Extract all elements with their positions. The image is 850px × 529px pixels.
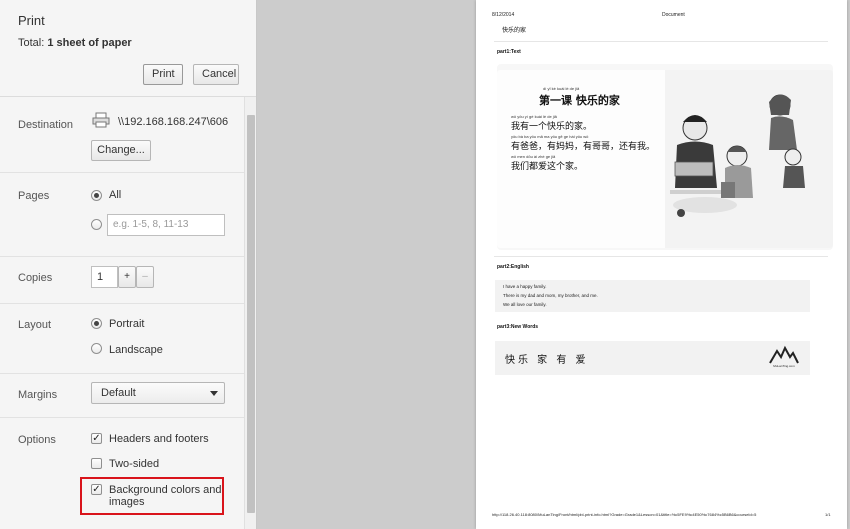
two-sided-checkbox[interactable] bbox=[91, 458, 102, 469]
margins-select[interactable]: Default bbox=[91, 382, 225, 404]
book-left-page: dì yī kè kuài lè de jiā 第一课 快乐的家 wǒ yǒu … bbox=[497, 70, 665, 248]
pages-all-label: All bbox=[109, 189, 122, 201]
footer-url: http://118.26.40.118:8080/MuLanTing/Fron… bbox=[492, 512, 757, 517]
english-box: I have a happy family. There is my dad a… bbox=[495, 280, 810, 312]
portrait-radio[interactable] bbox=[91, 318, 102, 329]
headers-footers-checkbox[interactable]: ✓ bbox=[91, 433, 102, 444]
options-label: Options bbox=[18, 434, 56, 446]
total-summary: Total: 1 sheet of paper bbox=[18, 37, 132, 49]
copies-label: Copies bbox=[18, 272, 53, 284]
margins-section: Margins Default bbox=[0, 374, 244, 418]
headers-footers-label: Headers and footers bbox=[109, 433, 209, 445]
preview-page-heading: 快乐的家 bbox=[502, 28, 527, 34]
pages-custom-radio[interactable] bbox=[91, 219, 102, 230]
divider bbox=[494, 256, 828, 257]
book-right-page bbox=[665, 70, 833, 248]
settings-panel: Destination \\192.168.168.247\606 Change… bbox=[0, 97, 244, 529]
margins-value: Default bbox=[101, 387, 136, 399]
highlight-box bbox=[80, 477, 224, 515]
sidebar-header: Print Total: 1 sheet of paper Print Canc… bbox=[0, 0, 256, 97]
part3-label: part3:New Words bbox=[497, 324, 539, 330]
chevron-down-icon bbox=[210, 391, 218, 396]
settings-scrollbar[interactable] bbox=[244, 97, 256, 529]
english-line-1: I have a happy family. bbox=[503, 284, 547, 289]
print-settings-sidebar: Print Total: 1 sheet of paper Print Canc… bbox=[0, 0, 257, 529]
landscape-radio[interactable] bbox=[91, 343, 102, 354]
new-words-box: 快乐 家 有 爱 MuLanTing.com bbox=[495, 341, 810, 375]
copies-increment-button[interactable]: + bbox=[118, 266, 136, 288]
textbook-image: dì yī kè kuài lè de jiā 第一课 快乐的家 wǒ yǒu … bbox=[497, 64, 833, 250]
english-line-2: There is my dad and mom, my brother, and… bbox=[503, 293, 598, 298]
dialog-title: Print bbox=[18, 13, 45, 28]
part1-label: part1:Text bbox=[497, 49, 521, 55]
copies-input[interactable]: 1 bbox=[91, 266, 118, 288]
margins-label: Margins bbox=[18, 389, 58, 401]
mulanting-logo: MuLanTing.com bbox=[768, 345, 800, 371]
scrollbar-thumb[interactable] bbox=[247, 115, 255, 513]
divider bbox=[494, 41, 828, 42]
new-words: 快乐 家 有 爱 bbox=[505, 355, 589, 366]
pages-label: Pages bbox=[18, 190, 50, 202]
pages-section: Pages All e.g. 1-5, 8, 11-13 bbox=[0, 173, 244, 257]
cancel-button[interactable]: Cancel bbox=[193, 64, 239, 85]
layout-label: Layout bbox=[18, 319, 52, 331]
page-number: 1/1 bbox=[825, 512, 831, 517]
line3-text: 我们都爱这个家。 bbox=[511, 162, 584, 172]
line2-text: 有爸爸，有妈妈，有哥哥，还有我。 bbox=[511, 142, 656, 152]
preview-doc-label: Document bbox=[662, 12, 685, 18]
printer-name: \\192.168.168.247\606 bbox=[118, 116, 229, 128]
destination-label: Destination bbox=[18, 119, 74, 131]
line1-text: 我有一个快乐的家。 bbox=[511, 122, 593, 132]
two-sided-label: Two-sided bbox=[109, 458, 160, 470]
layout-section: Layout Portrait Landscape bbox=[0, 304, 244, 374]
print-preview-page: 8/12/2014 Document 快乐的家 part1:Text dì yī… bbox=[476, 0, 847, 529]
copies-section: Copies 1 + – bbox=[0, 257, 244, 304]
lesson-title: 第一课 快乐的家 bbox=[539, 94, 620, 107]
logo-icon bbox=[769, 345, 799, 364]
landscape-label: Landscape bbox=[109, 344, 163, 356]
total-label: Total: bbox=[18, 37, 45, 49]
print-button[interactable]: Print bbox=[143, 64, 183, 85]
pages-range-input[interactable]: e.g. 1-5, 8, 11-13 bbox=[107, 214, 225, 236]
destination-section: Destination \\192.168.168.247\606 Change… bbox=[0, 97, 244, 173]
printer-icon bbox=[92, 112, 110, 128]
change-destination-button[interactable]: Change... bbox=[91, 140, 151, 161]
english-line-3: We all love our family. bbox=[503, 302, 547, 307]
family-illustration bbox=[670, 94, 805, 217]
part2-label: part2:English bbox=[497, 264, 529, 270]
lesson-pinyin: dì yī kè kuài lè de jiā bbox=[543, 86, 580, 91]
portrait-label: Portrait bbox=[109, 318, 145, 330]
copies-decrement-button[interactable]: – bbox=[136, 266, 154, 288]
pages-all-radio[interactable] bbox=[91, 190, 102, 201]
preview-date: 8/12/2014 bbox=[492, 12, 515, 18]
logo-text: MuLanTing.com bbox=[773, 364, 795, 368]
total-value: 1 sheet of paper bbox=[47, 37, 132, 49]
